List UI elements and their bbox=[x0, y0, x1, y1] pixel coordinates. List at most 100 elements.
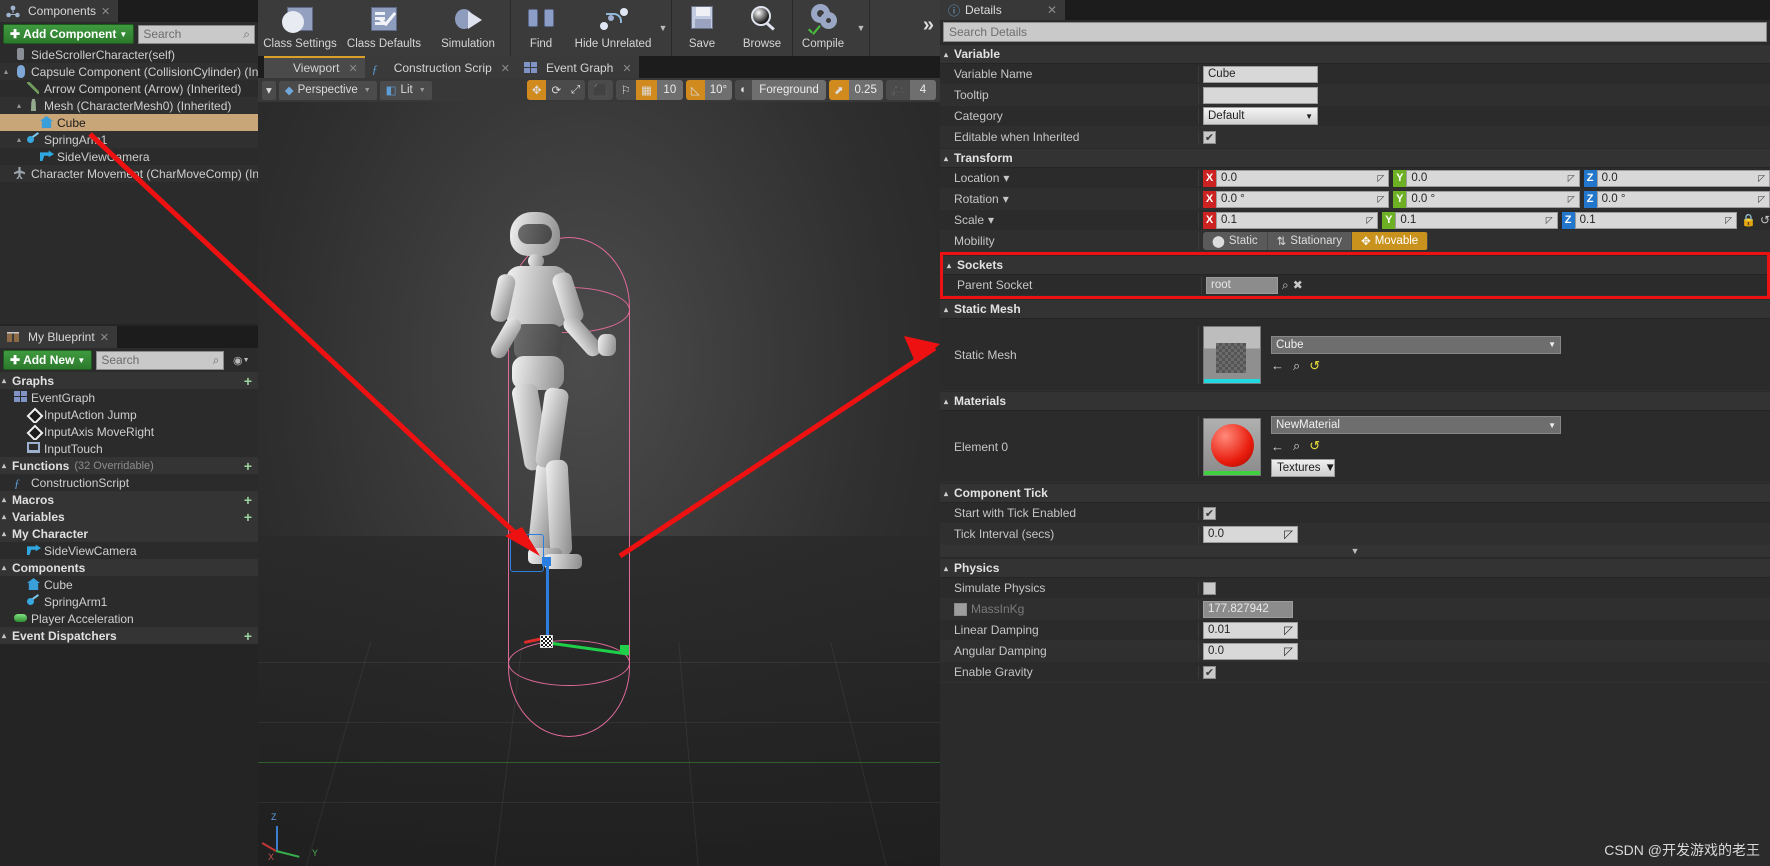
close-icon[interactable]: ✕ bbox=[1047, 3, 1057, 17]
chevron-down-icon[interactable]: ▼ bbox=[853, 0, 869, 56]
material-sphere-thumbnail[interactable] bbox=[1203, 417, 1261, 476]
spin-handle-icon[interactable]: ◸ bbox=[1758, 173, 1765, 184]
expander-icon[interactable]: ▴ bbox=[4, 67, 14, 76]
add-icon[interactable]: + bbox=[244, 373, 252, 389]
toolbar-button-simulation[interactable]: Simulation bbox=[426, 0, 510, 56]
spin-handle-icon[interactable]: ◸ bbox=[1758, 194, 1765, 205]
close-icon[interactable]: ✕ bbox=[100, 331, 109, 344]
close-icon[interactable]: ✕ bbox=[501, 62, 510, 75]
myblueprint-tree[interactable]: ▴ Graphs + EventGraph InputAction Jump InputA… bbox=[0, 372, 258, 644]
field-of-view-icon[interactable]: 🎥 bbox=[886, 80, 910, 100]
details-section-header[interactable]: ▴ Component Tick bbox=[940, 483, 1770, 503]
vector-input-y[interactable]: 0.0 ◸ bbox=[1406, 169, 1580, 187]
number-input[interactable]: 0.0 ◸ bbox=[1203, 525, 1298, 543]
myblueprint-item[interactable]: InputAction Jump bbox=[0, 406, 258, 423]
gizmo-axis-x[interactable] bbox=[545, 641, 630, 656]
details-search-input[interactable]: Search Details bbox=[943, 22, 1767, 42]
component-tree-row[interactable]: ▴ Capsule Component (CollisionCylinder) (… bbox=[0, 63, 258, 80]
expander-icon[interactable]: ▴ bbox=[2, 376, 12, 385]
text-input[interactable]: Cube bbox=[1203, 65, 1318, 83]
vector-input-x[interactable]: 0.0 ◸ bbox=[1216, 169, 1390, 187]
cube-thumbnail[interactable] bbox=[1203, 325, 1261, 384]
expander-icon[interactable]: ▴ bbox=[944, 397, 954, 406]
myblueprint-item[interactable]: SpringArm1 bbox=[0, 593, 258, 610]
mobility-option-stationary[interactable]: ⇅ Stationary bbox=[1267, 232, 1353, 250]
mobility-option-movable[interactable]: ✥ Movable bbox=[1352, 232, 1429, 250]
gizmo-plane-handle-xy[interactable] bbox=[540, 635, 553, 648]
vector-input-y[interactable]: 0.0 ° ◸ bbox=[1406, 190, 1580, 208]
expander-icon[interactable]: ▴ bbox=[947, 261, 957, 270]
search-icon[interactable]: ⌕ bbox=[1282, 278, 1289, 293]
component-tree-row[interactable]: ▴ SpringArm1 bbox=[0, 131, 258, 148]
gizmo-plane-handle-x[interactable] bbox=[620, 645, 629, 654]
camera-perspective-button[interactable]: ◆ Perspective ▼ bbox=[278, 80, 377, 100]
add-icon[interactable]: + bbox=[244, 458, 252, 474]
camera-speed-icon[interactable]: ⬈ bbox=[829, 80, 849, 100]
angle-snap-icon[interactable]: ◺ bbox=[685, 80, 705, 100]
details-section-header[interactable]: ▴ Materials bbox=[940, 391, 1770, 411]
use-selected-icon[interactable]: ← bbox=[1271, 439, 1284, 454]
myblueprint-category[interactable]: ▴ Variables + bbox=[0, 508, 258, 525]
details-expander-handle[interactable]: ▼ bbox=[940, 545, 1770, 558]
spin-handle-icon[interactable]: ◸ bbox=[1284, 527, 1293, 541]
details-section-header[interactable]: ▴ Static Mesh bbox=[940, 299, 1770, 319]
expander-icon[interactable]: ▴ bbox=[944, 305, 954, 314]
myblueprint-subcategory[interactable]: ▴ Components bbox=[0, 559, 258, 576]
expander-icon[interactable]: ▴ bbox=[2, 461, 12, 470]
fov-value[interactable]: 4 bbox=[910, 80, 936, 100]
spin-handle-icon[interactable]: ◸ bbox=[1725, 215, 1732, 226]
toolbar-button-class-settings[interactable]: Class Settings bbox=[258, 0, 342, 56]
component-tree-row[interactable]: Arrow Component (Arrow) (Inherited) bbox=[0, 80, 258, 97]
spin-handle-icon[interactable]: ◸ bbox=[1546, 215, 1553, 226]
chevron-down-icon[interactable]: ▼ bbox=[655, 0, 671, 56]
component-tree-row[interactable]: Cube bbox=[0, 114, 258, 131]
add-component-button[interactable]: ✚ Add Component ▼ bbox=[3, 24, 135, 44]
viewport-tab-event-graph[interactable]: Event Graph ✕ bbox=[516, 56, 639, 78]
expander-icon[interactable]: ▴ bbox=[944, 154, 954, 163]
view-mode-lit-button[interactable]: ◧ Lit ▼ bbox=[379, 80, 432, 100]
toolbar-overflow-button[interactable]: » bbox=[923, 14, 934, 37]
lock-icon[interactable]: 🔒 bbox=[1741, 213, 1756, 227]
viewport-options-button[interactable]: ▾ bbox=[262, 80, 276, 100]
vector-input-x[interactable]: 0.0 ° ◸ bbox=[1216, 190, 1390, 208]
viewport-tab-construction-scrip[interactable]: ƒ Construction Scrip ✕ bbox=[364, 56, 517, 78]
spin-handle-icon[interactable]: ◸ bbox=[1377, 194, 1384, 205]
components-tree[interactable]: SideScrollerCharacter(self) ▴ Capsule Comp… bbox=[0, 46, 258, 324]
tab-details[interactable]: ⓘ Details ✕ bbox=[940, 0, 1065, 20]
rotate-gizmo-icon[interactable]: ⟳ bbox=[546, 80, 566, 100]
expander-icon[interactable]: ▴ bbox=[17, 135, 27, 144]
myblueprint-item[interactable]: ƒ ConstructionScript bbox=[0, 474, 258, 491]
mobility-option-static[interactable]: ⬤ Static bbox=[1203, 232, 1268, 250]
spin-handle-icon[interactable]: ◸ bbox=[1366, 215, 1373, 226]
expander-icon[interactable]: ▴ bbox=[17, 101, 27, 110]
text-input[interactable] bbox=[1203, 86, 1318, 104]
reset-icon[interactable]: ↺ bbox=[1760, 213, 1770, 227]
details-section-header[interactable]: ▴ Physics bbox=[940, 558, 1770, 578]
details-section-header[interactable]: ▴ Transform bbox=[940, 148, 1770, 168]
tab-components[interactable]: Components ✕ bbox=[0, 0, 119, 22]
use-selected-icon[interactable]: ← bbox=[1271, 358, 1284, 373]
myblueprint-search-input[interactable]: Search ⌕ bbox=[96, 350, 225, 370]
component-tree-row[interactable]: Character Movement (CharMoveComp) (Inher… bbox=[0, 165, 258, 182]
chevron-down-icon[interactable]: ▾ bbox=[1003, 171, 1009, 185]
toolbar-button-browse[interactable]: Browse bbox=[732, 0, 792, 56]
myblueprint-item[interactable]: InputAxis MoveRight bbox=[0, 423, 258, 440]
myblueprint-item[interactable]: InputTouch bbox=[0, 440, 258, 457]
expander-icon[interactable]: ▴ bbox=[2, 495, 12, 504]
myblueprint-subcategory[interactable]: ▴ My Character bbox=[0, 525, 258, 542]
scale-snap-value[interactable]: Foreground bbox=[752, 80, 827, 100]
toolbar-button-compile[interactable]: Compile bbox=[793, 0, 853, 56]
camera-speed-value[interactable]: 0.25 bbox=[848, 80, 883, 100]
textures-button[interactable]: Textures ▼ bbox=[1271, 459, 1336, 477]
expander-icon[interactable]: ▴ bbox=[2, 512, 12, 521]
vector-input-y[interactable]: 0.1 ◸ bbox=[1395, 211, 1558, 229]
gizmo-axis-z[interactable] bbox=[546, 557, 549, 643]
add-new-button[interactable]: ✚ Add New ▼ bbox=[3, 350, 93, 370]
chevron-down-icon[interactable]: ▾ bbox=[988, 213, 994, 227]
vector-input-z[interactable]: 0.0 ° ◸ bbox=[1596, 190, 1770, 208]
surface-snap-icon[interactable]: ⚐ bbox=[616, 80, 636, 100]
vector-input-z[interactable]: 0.1 ◸ bbox=[1574, 211, 1737, 229]
spin-handle-icon[interactable]: ◸ bbox=[1284, 644, 1293, 658]
myblueprint-item[interactable]: Cube bbox=[0, 576, 258, 593]
myblueprint-category[interactable]: ▴ Graphs + bbox=[0, 372, 258, 389]
